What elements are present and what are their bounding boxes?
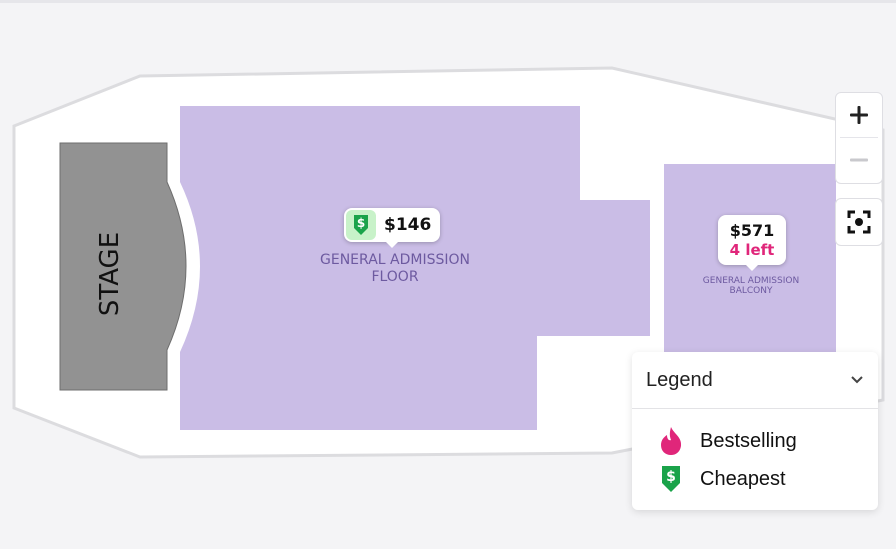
flame-icon bbox=[661, 427, 682, 455]
stage: STAGE bbox=[59, 142, 187, 391]
legend-title: Legend bbox=[646, 368, 713, 391]
legend-items: Bestselling $ Cheapest bbox=[632, 409, 878, 498]
zoom-out-button[interactable] bbox=[836, 138, 882, 182]
chevron-down-icon bbox=[851, 376, 863, 384]
zoom-in-button[interactable] bbox=[836, 93, 882, 137]
legend-label-cheapest: Cheapest bbox=[700, 467, 786, 490]
svg-text:$: $ bbox=[666, 469, 676, 485]
plus-icon bbox=[850, 106, 868, 124]
legend-label-bestselling: Bestselling bbox=[700, 429, 797, 452]
zoom-controls bbox=[835, 92, 883, 184]
legend-item-cheapest: $ Cheapest bbox=[632, 460, 878, 498]
floor-name-line1: GENERAL ADMISSION bbox=[320, 252, 470, 268]
dollar-down-icon: $ bbox=[662, 466, 680, 492]
balcony-name-line2: BALCONY bbox=[730, 286, 773, 296]
focus-icon bbox=[847, 210, 871, 234]
balcony-name-line1: GENERAL ADMISSION bbox=[703, 276, 799, 286]
minus-icon bbox=[850, 158, 868, 162]
balcony-price-callout[interactable]: $571 4 left bbox=[718, 215, 786, 271]
legend-toggle[interactable]: Legend bbox=[632, 352, 878, 409]
balcony-availability: 4 left bbox=[729, 241, 775, 259]
svg-text:$: $ bbox=[357, 216, 365, 230]
floor-price: $146 bbox=[384, 215, 432, 235]
recenter-button[interactable] bbox=[835, 198, 883, 246]
legend-item-bestselling: Bestselling bbox=[632, 422, 878, 460]
stage-label: STAGE bbox=[95, 232, 125, 316]
floor-price-callout[interactable]: $ $146 bbox=[344, 208, 440, 248]
legend-panel: Legend Bestselling $ Cheapest bbox=[632, 352, 878, 510]
floor-name-line2: FLOOR bbox=[371, 269, 418, 285]
balcony-price: $571 bbox=[729, 221, 775, 240]
cheapest-icon: $ bbox=[346, 210, 376, 240]
